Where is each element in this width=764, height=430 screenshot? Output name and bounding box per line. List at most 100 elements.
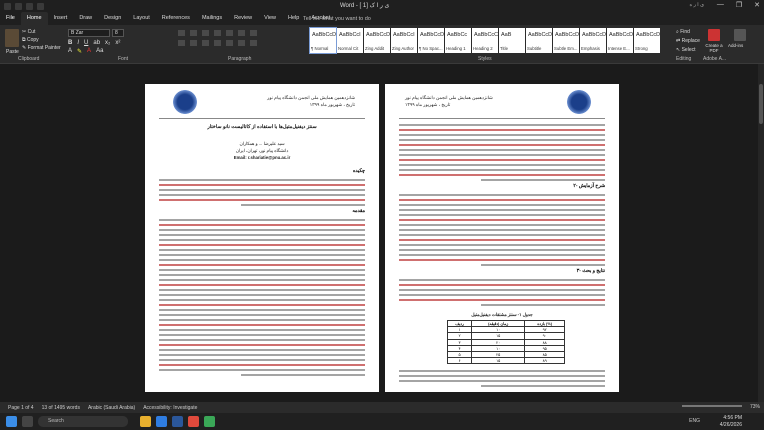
- redo-icon[interactable]: [37, 2, 44, 10]
- style-sample: AaBbCcDa: [609, 32, 633, 38]
- minimize-button[interactable]: —: [717, 1, 724, 9]
- style-item[interactable]: AaBbCcI Normal Cit: [337, 28, 363, 53]
- university-logo-icon: [173, 90, 197, 114]
- word-count[interactable]: 13 of 1495 words: [42, 405, 80, 411]
- format-painter-button[interactable]: ✎ Format Painter: [22, 45, 61, 51]
- sort-icon[interactable]: [238, 30, 245, 36]
- text-line: [399, 139, 605, 141]
- borders-icon[interactable]: [250, 40, 257, 46]
- page-count[interactable]: Page 1 of 4: [8, 405, 34, 411]
- tab-design[interactable]: Design: [98, 12, 127, 25]
- superscript-button[interactable]: x²: [115, 40, 120, 46]
- decrease-indent-icon[interactable]: [214, 30, 221, 36]
- page-2[interactable]: شانزدهمین همایش ملی انجمن دانشگاه پیام ن…: [385, 84, 619, 392]
- align-right-icon[interactable]: [202, 40, 209, 46]
- style-item[interactable]: AaB Title: [499, 28, 525, 53]
- style-item[interactable]: AaBbCcDc ¶ Normal: [309, 27, 337, 54]
- tab-mailings[interactable]: Mailings: [196, 12, 228, 25]
- tab-draw[interactable]: Draw: [73, 12, 98, 25]
- autosave-icon[interactable]: [4, 2, 11, 10]
- tab-home[interactable]: Home: [20, 12, 48, 25]
- font-name-select[interactable]: B Zar: [68, 29, 110, 37]
- replace-button[interactable]: ⇄ Replace: [676, 37, 700, 46]
- text-line: [399, 299, 605, 301]
- chrome-taskbar-icon[interactable]: [204, 416, 215, 427]
- bold-button[interactable]: B: [68, 40, 72, 46]
- find-button[interactable]: ⌕ Find: [676, 28, 700, 37]
- tab-references[interactable]: References: [156, 12, 196, 25]
- document-canvas[interactable]: [0, 64, 764, 402]
- style-item[interactable]: AaBbCcC Heading 2: [472, 28, 498, 53]
- shading-icon[interactable]: [238, 40, 245, 46]
- cut-button[interactable]: ✂ Cut: [22, 29, 35, 35]
- multilevel-list-icon[interactable]: [202, 30, 209, 36]
- addins-icon[interactable]: [734, 29, 746, 41]
- font-color-icon[interactable]: A: [87, 48, 91, 55]
- line-spacing-icon[interactable]: [226, 40, 233, 46]
- bullets-icon[interactable]: [178, 30, 185, 36]
- word-taskbar-icon[interactable]: [172, 416, 183, 427]
- paste-icon[interactable]: [5, 29, 19, 47]
- accessibility-status[interactable]: Accessibility: Investigate: [143, 405, 197, 411]
- align-center-icon[interactable]: [190, 40, 197, 46]
- style-item[interactable]: AaBbCcI Zing Author: [391, 28, 417, 53]
- style-item[interactable]: AaBbCcDd Zing Addit: [364, 28, 390, 53]
- subscript-button[interactable]: x₂: [105, 40, 110, 46]
- user-name[interactable]: ی ا ر ه: [689, 2, 704, 8]
- tab-review[interactable]: Review: [228, 12, 258, 25]
- style-item[interactable]: AaBbCcDc ¶ No Spac...: [418, 28, 444, 53]
- underline-button[interactable]: U: [84, 40, 88, 46]
- save-icon[interactable]: [15, 2, 22, 10]
- taskbar-search[interactable]: Search: [38, 416, 128, 427]
- style-item[interactable]: AaBbCcDa Intense E...: [607, 28, 633, 53]
- zoom-level[interactable]: 73%: [750, 404, 760, 410]
- strikethrough-button[interactable]: ab: [93, 40, 100, 46]
- paste-button[interactable]: Paste: [6, 49, 19, 55]
- create-pdf-button[interactable]: Create a PDF: [702, 43, 726, 53]
- align-left-icon[interactable]: [178, 40, 185, 46]
- email: Email: r.shariatie@pnu.ac.ir: [233, 155, 291, 160]
- style-item[interactable]: AaBbCcDa Emphasis: [580, 28, 606, 53]
- undo-icon[interactable]: [26, 2, 33, 10]
- proofing-language[interactable]: Arabic (Saudi Arabia): [88, 405, 135, 411]
- vertical-scrollbar[interactable]: [758, 64, 764, 402]
- windows-start-icon[interactable]: [6, 416, 17, 427]
- select-button[interactable]: ↖ Select: [676, 46, 700, 55]
- close-button[interactable]: ✕: [754, 1, 760, 9]
- text-line: [399, 219, 605, 221]
- scroll-thumb[interactable]: [759, 84, 763, 124]
- tab-insert[interactable]: Insert: [48, 12, 74, 25]
- style-item[interactable]: AaBbCcD Subtitle: [526, 28, 552, 53]
- tab-file[interactable]: File: [0, 12, 21, 25]
- zoom-slider[interactable]: [682, 405, 742, 407]
- page-1[interactable]: شانزدهمین همایش ملی انجمن دانشگاه پیام ن…: [145, 84, 379, 392]
- tell-me-search[interactable]: Tell me what you want to do: [303, 16, 371, 22]
- style-item[interactable]: AaBbCcDa Strong: [634, 28, 660, 53]
- font-size-select[interactable]: 8: [112, 29, 124, 37]
- numbering-icon[interactable]: [190, 30, 197, 36]
- text-line: [241, 204, 365, 206]
- edge-icon[interactable]: [156, 416, 167, 427]
- maximize-button[interactable]: ❐: [736, 1, 742, 9]
- increase-indent-icon[interactable]: [226, 30, 233, 36]
- acrobat-taskbar-icon[interactable]: [188, 416, 199, 427]
- create-pdf-icon[interactable]: [708, 29, 720, 41]
- file-explorer-icon[interactable]: [140, 416, 151, 427]
- tab-help[interactable]: Help: [282, 12, 305, 25]
- tab-view[interactable]: View: [258, 12, 282, 25]
- change-case-icon[interactable]: Aa: [96, 48, 103, 55]
- italic-button[interactable]: I: [77, 40, 79, 46]
- language-indicator[interactable]: ENG: [689, 418, 700, 424]
- clock[interactable]: 4:56 PM 4/26/2026: [720, 415, 742, 428]
- text-effects-icon[interactable]: A: [68, 48, 72, 55]
- highlight-icon[interactable]: ✎: [77, 48, 82, 55]
- style-name: Emphasis: [581, 46, 600, 51]
- tab-layout[interactable]: Layout: [127, 12, 156, 25]
- copy-button[interactable]: ⧉ Copy: [22, 37, 39, 43]
- task-view-icon[interactable]: [22, 416, 33, 427]
- addins-button[interactable]: Add-ins: [728, 43, 743, 48]
- style-item[interactable]: AaBbCc Heading 1: [445, 28, 471, 53]
- show-marks-icon[interactable]: [250, 30, 257, 36]
- style-item[interactable]: AaBbCcDa Subtle Em...: [553, 28, 579, 53]
- justify-icon[interactable]: [214, 40, 221, 46]
